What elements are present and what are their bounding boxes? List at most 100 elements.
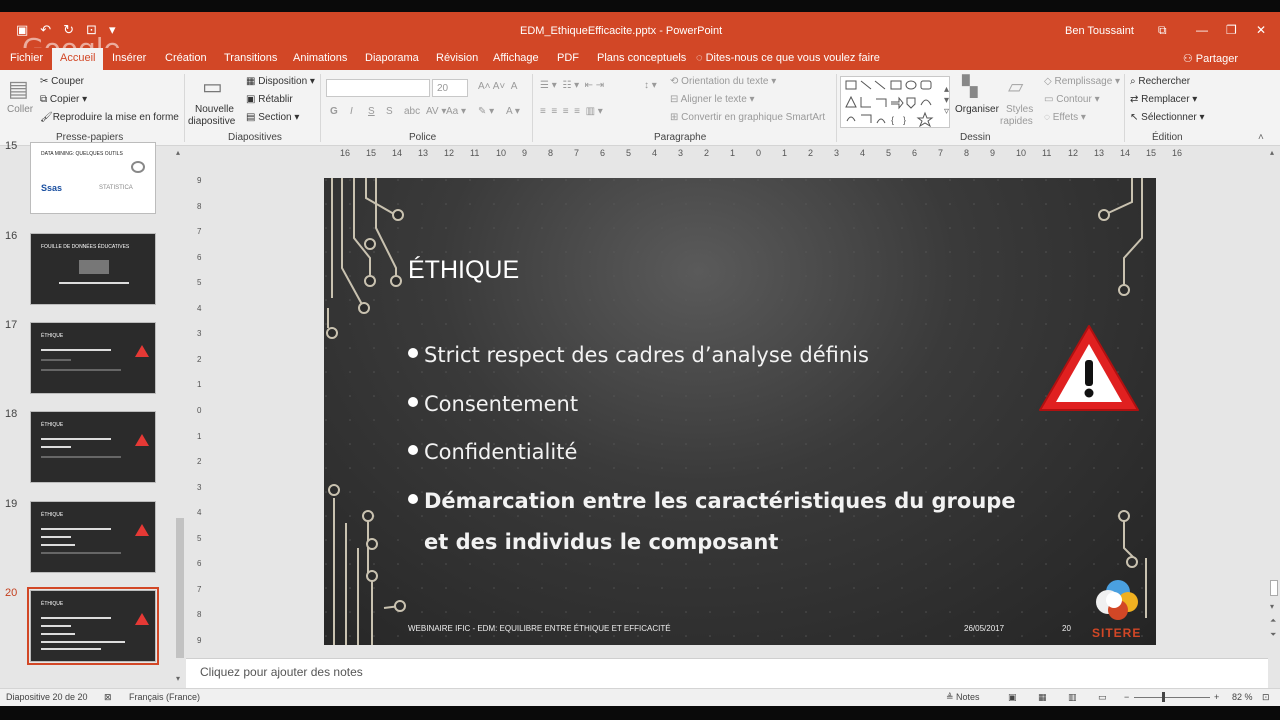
zoom-slider-thumb[interactable] xyxy=(1162,692,1165,702)
scroll-down-icon[interactable]: ▾ xyxy=(1270,602,1274,611)
bullet-item[interactable]: Strict respect des cadres d’analyse défi… xyxy=(408,343,869,367)
next-slide-icon[interactable]: ⏷ xyxy=(1270,630,1276,640)
scrollbar-thumb[interactable] xyxy=(176,518,184,658)
notes-toggle-button[interactable]: ≜ Notes xyxy=(946,692,980,703)
underline-icon[interactable]: S xyxy=(368,106,375,117)
font-name-input[interactable] xyxy=(326,79,430,97)
warning-icon[interactable] xyxy=(1036,322,1142,416)
align-text-button[interactable]: ⊟ Aligner le texte ▾ xyxy=(670,94,755,105)
arrange-button[interactable]: Organiser xyxy=(955,104,999,115)
new-slide-icon[interactable]: ▭ xyxy=(202,74,223,100)
slide-thumbnail-17[interactable]: ÉTHIQUE xyxy=(30,322,156,394)
tab-fichier[interactable]: Fichier xyxy=(10,52,43,64)
font-color-icon[interactable]: A ▾ xyxy=(506,106,520,117)
line-spacing-icon[interactable]: ↕ ▾ xyxy=(644,80,657,91)
tab-accueil[interactable]: Accueil xyxy=(52,48,104,70)
ribbon-display-icon[interactable]: ⧉ xyxy=(1158,23,1167,38)
char-spacing-icon[interactable]: AV ▾ xyxy=(426,106,446,117)
paste-icon[interactable]: ▤ xyxy=(8,76,29,102)
slide-sorter-icon[interactable]: ▦ xyxy=(1038,692,1047,703)
copy-button[interactable]: ⧉ Copier ▾ xyxy=(40,94,87,105)
text-direction-button[interactable]: ⟲ Orientation du texte ▾ xyxy=(670,76,776,87)
format-painter-button[interactable]: 🖌Reproduire la mise en forme xyxy=(40,112,179,123)
bullet-item[interactable]: Démarcation entre les caractéristiques d… xyxy=(408,489,1016,513)
normal-view-icon[interactable]: ▣ xyxy=(1008,692,1017,703)
zoom-slider[interactable] xyxy=(1134,697,1210,698)
slide-canvas[interactable]: ÉTHIQUE Strict respect des cadres d’anal… xyxy=(324,178,1156,645)
reset-button[interactable]: ▣ Rétablir xyxy=(246,94,293,105)
tab-plans-conceptuels[interactable]: Plans conceptuels xyxy=(597,52,686,64)
zoom-in-button[interactable]: + xyxy=(1214,692,1219,702)
quick-styles-label-2[interactable]: rapides xyxy=(1000,116,1033,127)
tab-animations[interactable]: Animations xyxy=(293,52,347,64)
shadow-icon[interactable]: S xyxy=(386,106,393,117)
quick-styles-icon[interactable]: ▱ xyxy=(1008,74,1023,99)
italic-icon[interactable]: I xyxy=(350,106,353,117)
shape-fill-button[interactable]: ◇ Remplissage ▾ xyxy=(1044,76,1120,87)
slide-thumbnail-16[interactable]: FOUILLE DE DONNÉES ÉDUCATIVES xyxy=(30,233,156,305)
paste-button[interactable]: Coller xyxy=(7,104,33,115)
smartart-button[interactable]: ⊞ Convertir en graphique SmartArt xyxy=(670,112,825,123)
minimize-icon[interactable]: — xyxy=(1196,23,1208,37)
font-size-input[interactable]: 20 xyxy=(432,79,468,97)
fit-slide-icon[interactable]: ⊡ xyxy=(1262,692,1270,703)
shapes-gallery[interactable]: {} xyxy=(840,76,950,128)
slideshow-view-icon[interactable]: ▭ xyxy=(1098,692,1107,703)
bullets-icon[interactable]: ☰ ▾ ☷ ▾ ⇤ ⇥ xyxy=(540,80,604,91)
restore-icon[interactable]: ❐ xyxy=(1226,23,1237,37)
highlight-icon[interactable]: ✎ ▾ xyxy=(478,106,494,117)
tab-affichage[interactable]: Affichage xyxy=(493,52,539,64)
bullet-item[interactable]: Confidentialité xyxy=(408,440,577,464)
zoom-out-button[interactable]: − xyxy=(1124,692,1129,702)
grow-font-icon[interactable]: A˄ A˅ A xyxy=(478,81,517,92)
align-icons[interactable]: ≡ ≡ ≡ ≡ ▥ ▾ xyxy=(540,106,603,117)
cut-button[interactable]: ✂ Couper xyxy=(40,76,84,87)
new-slide-label-2[interactable]: diapositive xyxy=(188,116,235,127)
tab-diaporama[interactable]: Diaporama xyxy=(365,52,419,64)
slide-thumbnail-20[interactable]: ÉTHIQUE xyxy=(27,587,159,665)
slide-thumbnail-19[interactable]: ÉTHIQUE xyxy=(30,501,156,573)
notes-pane[interactable]: Cliquez pour ajouter des notes xyxy=(186,658,1268,688)
tab-revision[interactable]: Révision xyxy=(436,52,478,64)
bullet-continuation[interactable]: et des individus le composant xyxy=(424,530,778,554)
scroll-down-icon[interactable]: ▾ xyxy=(176,674,180,683)
strikethrough-icon[interactable]: abc xyxy=(404,106,420,117)
slide-thumbnail-18[interactable]: ÉTHIQUE xyxy=(30,411,156,483)
close-icon[interactable]: ✕ xyxy=(1256,23,1266,37)
replace-button[interactable]: ⇄ Remplacer ▾ xyxy=(1130,94,1197,105)
collapse-ribbon-icon[interactable]: ˄ xyxy=(1258,132,1264,143)
thumbnail-scrollbar[interactable]: ▴ ▾ xyxy=(174,146,186,688)
layout-button[interactable]: ▦ Disposition ▾ xyxy=(246,76,315,87)
previous-slide-icon[interactable]: ⏶ xyxy=(1270,616,1276,626)
scroll-up-icon[interactable]: ▴ xyxy=(1270,148,1274,157)
bold-icon[interactable]: G xyxy=(330,106,338,117)
tab-transitions[interactable]: Transitions xyxy=(224,52,277,64)
vertical-ruler[interactable]: 9 8 7 6 5 4 3 2 1 0 1 2 3 4 5 6 7 8 9 xyxy=(196,176,206,646)
shape-outline-button[interactable]: ▭ Contour ▾ xyxy=(1044,94,1100,105)
gallery-scroll-icon[interactable]: ▴ ▾ ▿ xyxy=(944,84,949,117)
tab-creation[interactable]: Création xyxy=(165,52,207,64)
user-name[interactable]: Ben Toussaint xyxy=(1065,25,1134,37)
tell-me-box[interactable]: ◌ Dites-nous ce que vous voulez faire xyxy=(696,52,880,64)
tab-pdf[interactable]: PDF xyxy=(557,52,579,64)
spellcheck-icon[interactable]: ⊠ xyxy=(104,692,112,703)
arrange-icon[interactable]: ▚ xyxy=(962,74,977,99)
bullet-item[interactable]: Consentement xyxy=(408,392,578,416)
shape-effects-button[interactable]: ◌ Effets ▾ xyxy=(1044,112,1086,123)
reading-view-icon[interactable]: ▥ xyxy=(1068,692,1077,703)
horizontal-ruler[interactable]: 16 15 14 13 12 11 10 9 8 7 6 5 4 3 2 1 0 1 2 3 4 5 6 7 8 9 10 11 12 1… xyxy=(324,148,1182,162)
share-button[interactable]: ⚇ Partager xyxy=(1183,52,1238,65)
select-button[interactable]: ↖ Sélectionner ▾ xyxy=(1130,112,1205,123)
tab-inserer[interactable]: Insérer xyxy=(112,52,146,64)
scrollbar-thumb[interactable] xyxy=(1270,580,1278,596)
section-button[interactable]: ▤ Section ▾ xyxy=(246,112,299,123)
find-button[interactable]: ⌕ Rechercher xyxy=(1130,76,1190,87)
slide-scrollbar[interactable]: ▴ ▾ ⏶ ⏷ xyxy=(1268,146,1280,658)
new-slide-label[interactable]: Nouvelle xyxy=(195,104,234,115)
slide-thumbnail-15[interactable]: DATA MINING: QUELQUES OUTILS Ssas STATIS… xyxy=(30,142,156,214)
language-indicator[interactable]: Français (France) xyxy=(129,692,200,702)
zoom-level[interactable]: 82 % xyxy=(1232,692,1253,702)
quick-styles-label[interactable]: Styles xyxy=(1006,104,1033,115)
slide-title[interactable]: ÉTHIQUE xyxy=(408,256,519,285)
scroll-up-icon[interactable]: ▴ xyxy=(176,148,180,157)
